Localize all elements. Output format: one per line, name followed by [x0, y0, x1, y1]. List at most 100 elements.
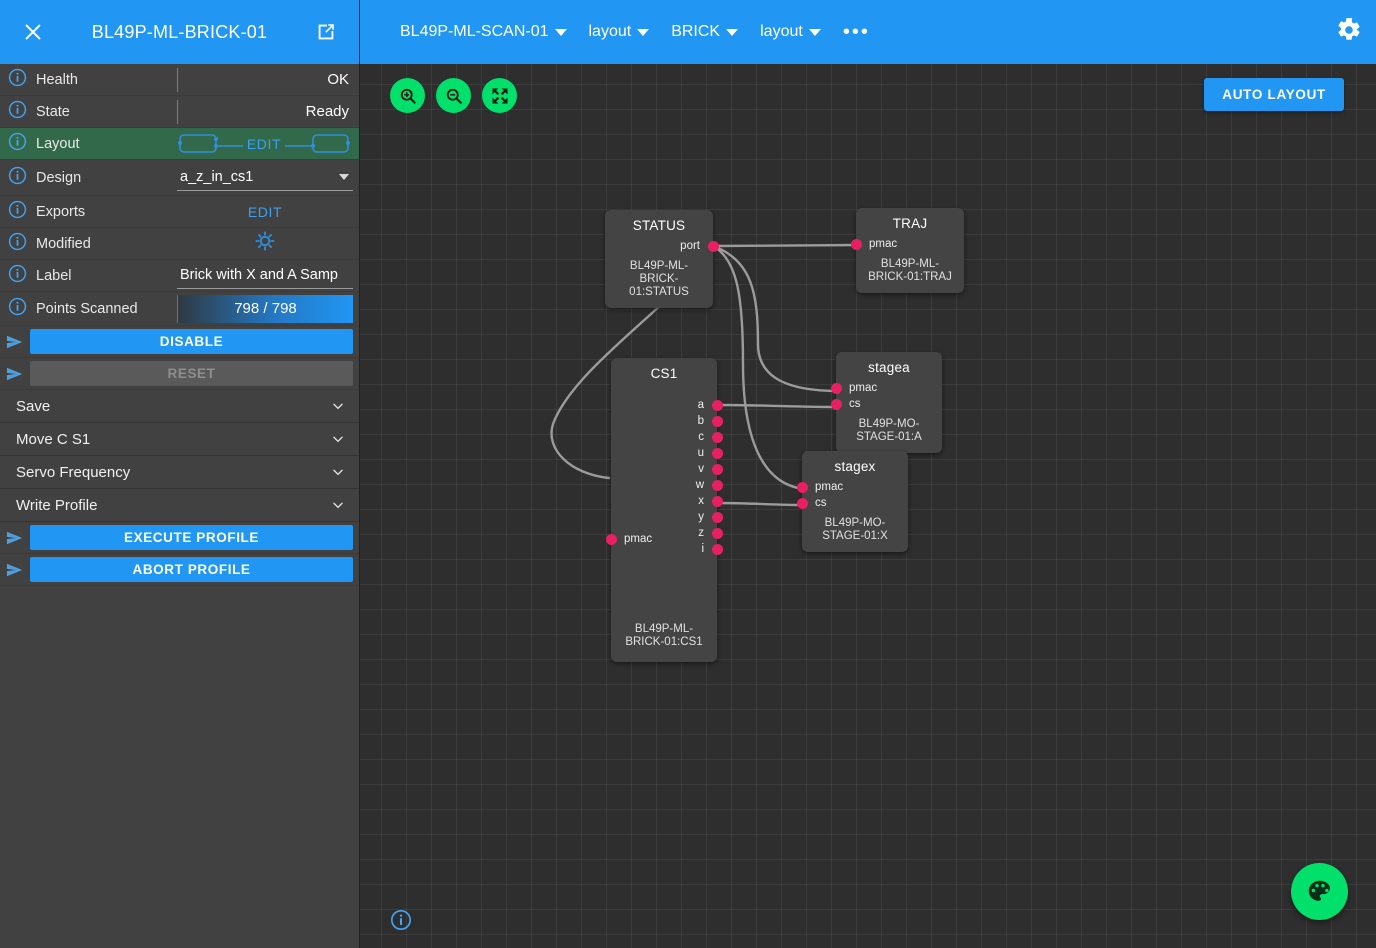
- node-stagea[interactable]: stagea pmac cs BL49P-MO-STAGE-01:A: [836, 352, 942, 453]
- port-cs1-x[interactable]: x: [611, 493, 717, 509]
- edge-status-stagea: [713, 246, 838, 391]
- port-dot[interactable]: [831, 399, 842, 410]
- accordion-label: Write Profile: [16, 497, 331, 514]
- node-traj[interactable]: TRAJ pmac BL49P-ML-BRICK-01:TRAJ: [856, 208, 964, 293]
- chevron-down-icon: [331, 465, 345, 479]
- chevron-down-icon: [726, 29, 738, 36]
- open-in-new-icon[interactable]: [311, 17, 341, 47]
- port-dot[interactable]: [797, 482, 808, 493]
- port-dot[interactable]: [712, 512, 723, 523]
- zoom-in-icon[interactable]: [390, 78, 425, 113]
- port-cs1-c[interactable]: c: [611, 429, 717, 445]
- sun-icon: [254, 230, 276, 257]
- chevron-down-icon: [809, 29, 821, 36]
- node-pv: BL49P-ML-BRICK-01:STATUS: [605, 254, 713, 308]
- port-cs1-u[interactable]: u: [611, 445, 717, 461]
- breadcrumb-scan[interactable]: BL49P-ML-SCAN-01: [400, 23, 567, 41]
- send-arrow-icon[interactable]: [0, 365, 30, 383]
- edge-cs1x-stagexcs: [719, 503, 804, 505]
- breadcrumb-brick[interactable]: BRICK: [671, 23, 738, 41]
- port-status-port[interactable]: port: [605, 238, 713, 254]
- execute-profile-row: EXECUTE PROFILE: [0, 522, 359, 554]
- send-arrow-icon[interactable]: [0, 561, 30, 579]
- info-icon[interactable]: [8, 200, 30, 224]
- execute-profile-button[interactable]: EXECUTE PROFILE: [30, 525, 353, 550]
- abort-profile-button[interactable]: ABORT PROFILE: [30, 557, 353, 582]
- port-dot[interactable]: [712, 416, 723, 427]
- node-cs1[interactable]: CS1 a b c u v w x y z i pmac BL49P-: [611, 358, 717, 662]
- port-stagex-pmac[interactable]: pmac: [802, 479, 908, 495]
- port-stagea-cs[interactable]: cs: [836, 396, 942, 412]
- port-cs1-b[interactable]: b: [611, 413, 717, 429]
- port-dot[interactable]: [797, 498, 808, 509]
- info-icon[interactable]: [8, 232, 30, 256]
- info-icon[interactable]: [8, 132, 30, 156]
- overflow-menu-icon[interactable]: •••: [843, 27, 870, 37]
- port-dot[interactable]: [712, 480, 723, 491]
- info-icon[interactable]: [8, 166, 30, 190]
- chevron-down-icon: [331, 432, 345, 446]
- disable-button[interactable]: DISABLE: [30, 329, 353, 354]
- port-traj-pmac[interactable]: pmac: [856, 236, 964, 252]
- node-title: STATUS: [605, 210, 713, 233]
- fit-to-screen-icon[interactable]: [482, 78, 517, 113]
- send-arrow-icon[interactable]: [0, 529, 30, 547]
- close-icon[interactable]: [18, 17, 48, 47]
- gear-icon[interactable]: [1336, 17, 1362, 48]
- breadcrumb-layout-1[interactable]: layout: [589, 23, 650, 41]
- port-label: y: [698, 511, 704, 523]
- port-dot[interactable]: [851, 239, 862, 250]
- layout-edit-container[interactable]: EDIT: [175, 128, 353, 160]
- accordion-label: Move C S1: [16, 431, 331, 448]
- port-dot[interactable]: [708, 241, 719, 252]
- row-label: Modified: [36, 236, 177, 252]
- node-stagex[interactable]: stagex pmac cs BL49P-MO-STAGE-01:X: [802, 451, 908, 552]
- chevron-down-icon: [555, 29, 567, 36]
- accordion-save[interactable]: Save: [0, 390, 359, 423]
- top-toolbar: BL49P-ML-SCAN-01 layout BRICK layout •••: [360, 0, 1376, 64]
- node-pv: BL49P-MO-STAGE-01:A: [836, 412, 942, 453]
- port-dot[interactable]: [606, 534, 617, 545]
- design-select[interactable]: a_z_in_cs1: [177, 165, 353, 191]
- port-cs1-a[interactable]: a: [611, 397, 717, 413]
- label-input[interactable]: Brick with X and A Samp: [177, 263, 353, 289]
- port-cs1-w[interactable]: w: [611, 477, 717, 493]
- port-dot[interactable]: [831, 383, 842, 394]
- row-layout[interactable]: Layout EDIT: [0, 128, 359, 160]
- exports-edit-link[interactable]: EDIT: [248, 204, 282, 220]
- palette-icon[interactable]: [1291, 863, 1348, 920]
- port-stagex-cs[interactable]: cs: [802, 495, 908, 511]
- auto-layout-button[interactable]: AUTO LAYOUT: [1204, 78, 1344, 111]
- port-dot[interactable]: [712, 464, 723, 475]
- info-icon[interactable]: [390, 909, 412, 936]
- info-icon[interactable]: [8, 264, 30, 288]
- port-cs1-pmac[interactable]: pmac: [611, 531, 652, 547]
- info-icon[interactable]: [8, 100, 30, 124]
- port-dot[interactable]: [712, 448, 723, 459]
- graph-canvas[interactable]: AUTO LAYOUT: [360, 64, 1376, 948]
- reset-button[interactable]: RESET: [30, 361, 353, 386]
- port-cs1-v[interactable]: v: [611, 461, 717, 477]
- port-dot[interactable]: [712, 544, 723, 555]
- accordion-servo-frequency[interactable]: Servo Frequency: [0, 456, 359, 489]
- row-label-field: Label Brick with X and A Samp: [0, 260, 359, 292]
- send-arrow-icon[interactable]: [0, 333, 30, 351]
- zoom-out-icon[interactable]: [436, 78, 471, 113]
- main-area: BL49P-ML-SCAN-01 layout BRICK layout •••: [360, 0, 1376, 948]
- port-dot[interactable]: [712, 528, 723, 539]
- node-status[interactable]: STATUS port BL49P-ML-BRICK-01:STATUS: [605, 210, 713, 308]
- node-title: TRAJ: [856, 208, 964, 231]
- breadcrumb-layout-2[interactable]: layout: [760, 23, 821, 41]
- layout-edit-link[interactable]: EDIT: [243, 136, 285, 152]
- node-ports: port: [605, 238, 713, 254]
- accordion-write-profile[interactable]: Write Profile: [0, 489, 359, 522]
- accordion-move-cs1[interactable]: Move C S1: [0, 423, 359, 456]
- port-dot[interactable]: [712, 400, 723, 411]
- port-dot[interactable]: [712, 496, 723, 507]
- row-points-scanned: Points Scanned 798 / 798: [0, 292, 359, 326]
- port-stagea-pmac[interactable]: pmac: [836, 380, 942, 396]
- info-icon[interactable]: [8, 68, 30, 92]
- info-icon[interactable]: [8, 297, 30, 321]
- port-cs1-y[interactable]: y: [611, 509, 717, 525]
- port-dot[interactable]: [712, 432, 723, 443]
